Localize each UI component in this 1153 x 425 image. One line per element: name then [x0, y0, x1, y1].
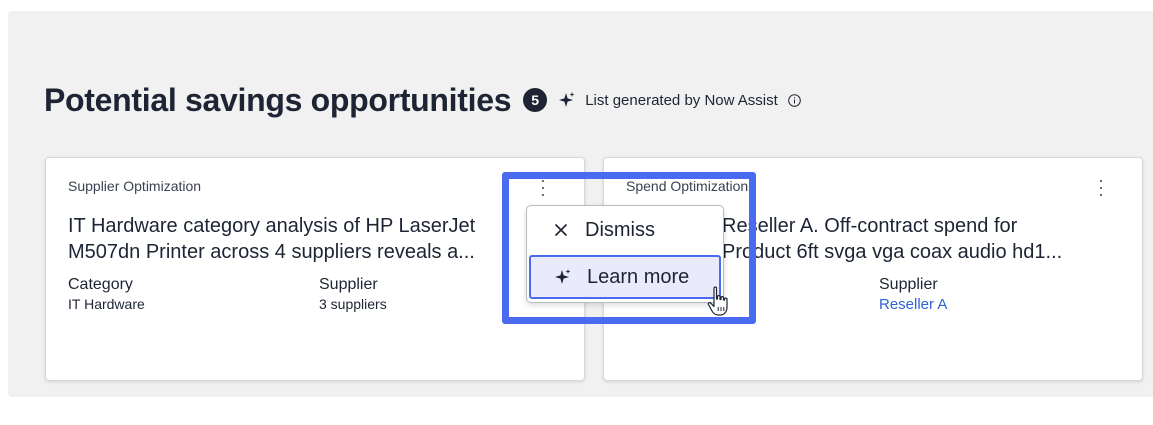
hand-pointer-icon [707, 286, 728, 316]
sparkle-icon [555, 269, 571, 285]
dismiss-label: Dismiss [585, 218, 655, 241]
meta-supplier: Supplier Reseller A [879, 276, 947, 313]
card-category-label: Supplier Optimization [68, 178, 202, 194]
meta-label: Supplier [319, 276, 378, 293]
supplier-link[interactable]: Reseller A [879, 296, 947, 313]
learn-more-label: Learn more [587, 265, 690, 288]
more-options-icon[interactable] [1096, 180, 1106, 196]
close-icon [553, 222, 569, 238]
sparkle-icon [559, 92, 575, 107]
info-icon[interactable] [788, 93, 801, 107]
card-description: IT Hardware category analysis of HP Lase… [68, 213, 548, 265]
meta-value: IT Hardware [68, 296, 145, 312]
count-badge: 5 [523, 88, 548, 112]
card-description: Reseller A. Off-contract spend for Produ… [722, 213, 1122, 265]
card-options-menu: Dismiss Learn more [526, 205, 724, 303]
learn-more-menu-item[interactable]: Learn more [529, 255, 721, 299]
meta-category: Category IT Hardware [68, 276, 145, 312]
section-header: Potential savings opportunities 5 List g… [44, 80, 801, 120]
card-description-line: IT Hardware category analysis of HP Lase… [68, 215, 476, 237]
meta-label: Category [68, 276, 133, 293]
generated-by-label: List generated by Now Assist [585, 91, 778, 109]
card-description-line: Product 6ft svga vga coax audio hd1... [722, 241, 1063, 263]
meta-value: 3 suppliers [319, 296, 387, 312]
card-description-line: Reseller A. Off-contract spend for [722, 215, 1018, 237]
card-description-line: M507dn Printer across 4 suppliers reveal… [68, 241, 475, 263]
page-title: Potential savings opportunities [44, 81, 512, 118]
meta-supplier: Supplier 3 suppliers [319, 276, 387, 312]
dismiss-menu-item[interactable]: Dismiss [527, 209, 723, 251]
meta-label: Supplier [879, 276, 938, 293]
